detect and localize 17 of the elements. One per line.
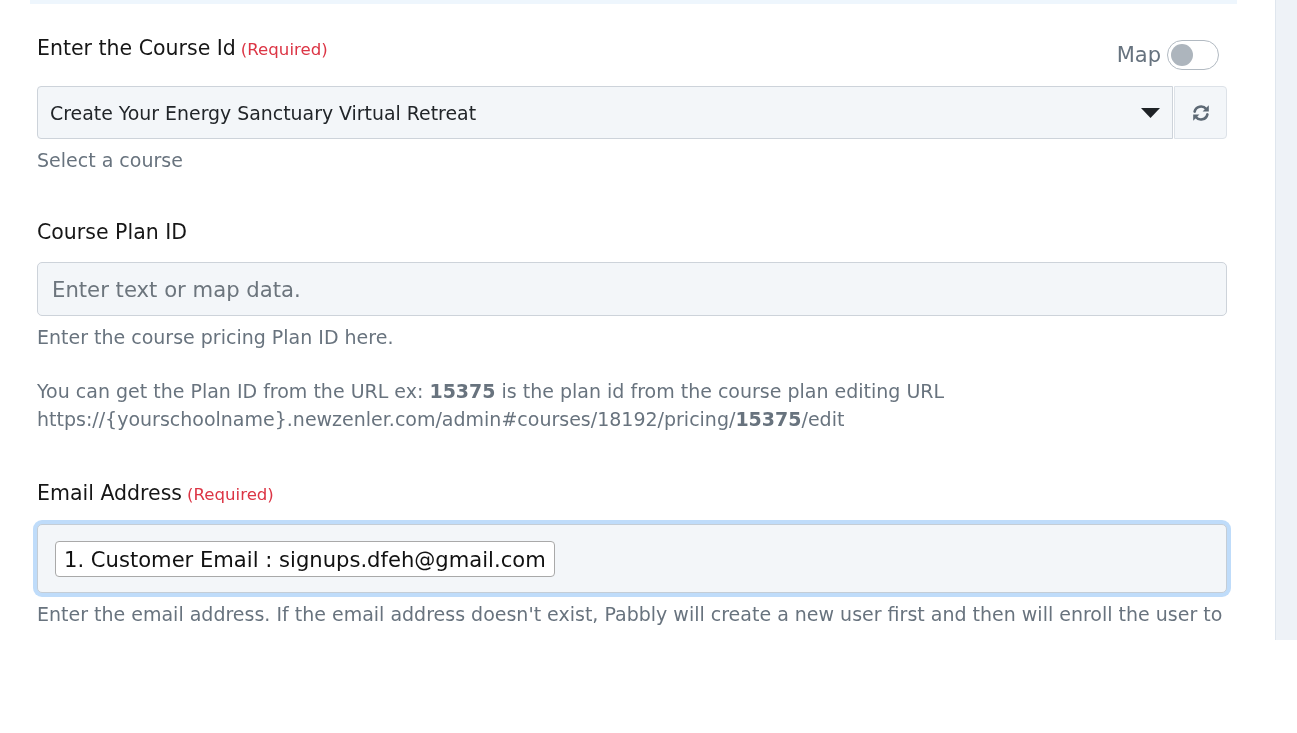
field-label: Email Address [37,480,183,507]
help-text: Enter the course pricing Plan ID here. [37,325,395,350]
field-label: Course Plan ID [37,219,188,246]
help-text: Select a course [37,148,184,173]
help-text: Enter the email address. If the email address doesn't exist, Pabbly will create a new user first and then will enroll the user to [37,602,1224,627]
field-label: Enter the Course Id [37,35,236,62]
toggle-switch[interactable] [1167,40,1219,70]
refresh-button[interactable] [1174,86,1227,139]
course-select[interactable]: Create Your Energy Sanctuary Virtual Retreat [37,86,1173,139]
refresh-icon [1191,103,1210,122]
required-mark: (Required) [240,39,328,61]
required-mark: (Required) [187,484,274,506]
text-input[interactable]: Enter text or map data. [37,262,1227,316]
help-note: You can get the Plan ID from the URL ex: 15375 is the plan id from the course plan editing URL https://{yourschoolname}.newzenler.com/admin#courses/18192/pricing/15375/edit [37,379,946,432]
mapped-value-tag: 1. Customer Email : signups.dfeh@gmail.com [55,541,555,577]
caret-icon [1141,107,1160,118]
map-label: Map [1116,42,1161,69]
